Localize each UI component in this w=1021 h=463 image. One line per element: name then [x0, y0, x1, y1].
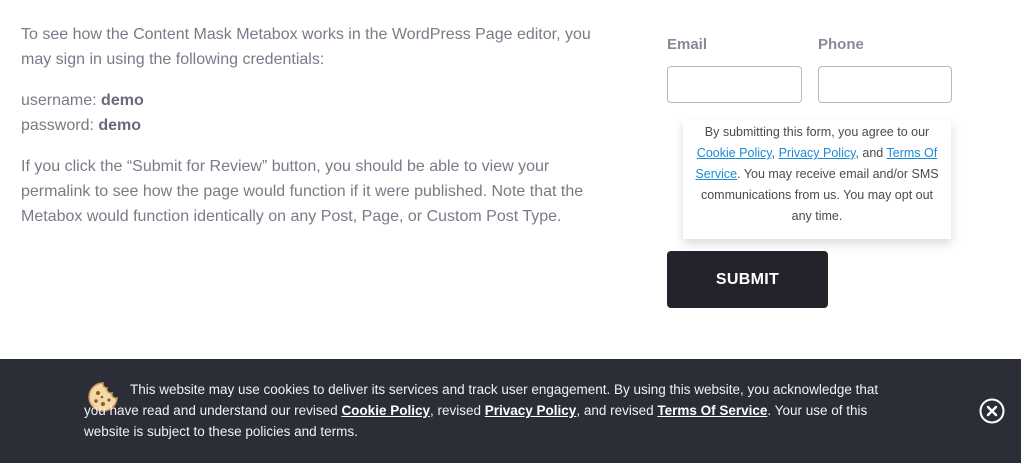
consent-suffix: . You may receive email and/or SMS commu… [700, 167, 939, 223]
review-paragraph: If you click the “Submit for Review” but… [21, 158, 584, 225]
username-value: demo [101, 92, 144, 109]
banner-privacy-policy-link[interactable]: Privacy Policy [485, 403, 577, 418]
email-label: Email [667, 36, 708, 53]
cookie-banner: This website may use cookies to deliver … [0, 359, 1021, 463]
cookie-banner-text: This website may use cookies to deliver … [84, 379, 884, 442]
consent-sep-1: , [771, 146, 779, 160]
username-line: username: demo [21, 88, 601, 113]
phone-label: Phone [818, 36, 864, 53]
email-field-wrapper [667, 66, 802, 103]
cookie-text-3: , and revised [576, 403, 658, 418]
password-line: password: demo [21, 113, 601, 138]
phone-field-wrapper [818, 66, 952, 103]
email-field[interactable] [668, 67, 801, 102]
consent-privacy-policy-link[interactable]: Privacy Policy [779, 146, 856, 160]
username-label: username: [21, 92, 97, 109]
intro-paragraph: To see how the Content Mask Metabox work… [21, 26, 591, 68]
consent-cookie-policy-link[interactable]: Cookie Policy [697, 146, 772, 160]
consent-sep-2: , and [855, 146, 887, 160]
password-value: demo [98, 117, 142, 134]
password-label: password: [21, 117, 94, 134]
banner-terms-link[interactable]: Terms Of Service [657, 403, 767, 418]
credentials: username: demo password: demo [21, 88, 601, 138]
submit-button[interactable]: SUBMIT [667, 251, 828, 308]
consent-prefix: By submitting this form, you agree to ou… [704, 125, 930, 139]
cookie-text-2: , revised [429, 403, 485, 418]
consent-notice: By submitting this form, you agree to ou… [683, 119, 951, 239]
instructions-section: To see how the Content Mask Metabox work… [21, 22, 601, 229]
close-circle-icon[interactable] [979, 398, 1005, 424]
phone-field[interactable] [819, 67, 951, 102]
banner-cookie-policy-link[interactable]: Cookie Policy [341, 403, 430, 418]
